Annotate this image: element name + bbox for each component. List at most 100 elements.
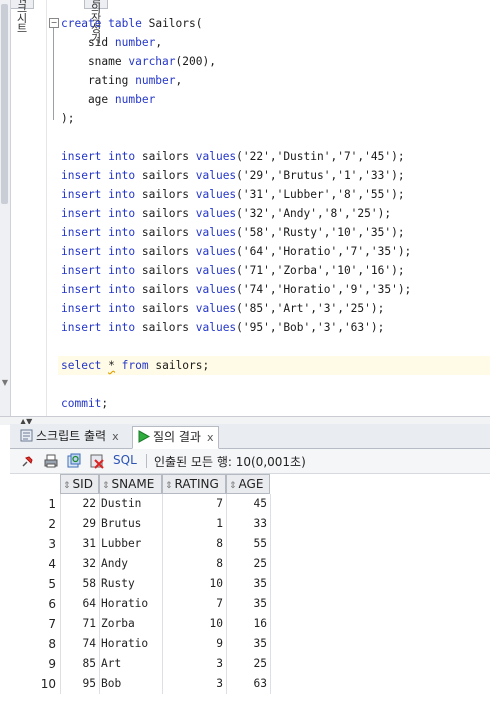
pin-icon[interactable] — [20, 453, 36, 469]
cell-age[interactable]: 45 — [226, 494, 270, 514]
code-line[interactable]: insert into sailors values('64','Horatio… — [61, 242, 411, 261]
cell-rating[interactable]: 3 — [162, 654, 226, 674]
cell-sid[interactable]: 74 — [60, 634, 99, 654]
cell-sname[interactable]: Horatio — [99, 634, 162, 654]
cell-sid[interactable]: 71 — [60, 614, 99, 634]
cell-rating[interactable]: 3 — [162, 674, 226, 694]
tab-query-builder[interactable]: 질의 작성기 — [84, 0, 109, 44]
code-line[interactable]: insert into sailors values('29','Brutus'… — [61, 166, 411, 185]
cell-rating[interactable]: 10 — [162, 614, 226, 634]
column-divider — [162, 494, 163, 694]
code-line[interactable]: rating number, — [61, 71, 411, 90]
cell-age[interactable]: 55 — [226, 534, 270, 554]
cell-age[interactable]: 35 — [226, 634, 270, 654]
code-line[interactable] — [61, 128, 411, 147]
code-line[interactable]: commit; — [61, 394, 411, 413]
cell-sname[interactable]: Bob — [99, 674, 162, 694]
print-icon[interactable] — [43, 453, 59, 469]
table-row[interactable]: 7 71 Zorba 10 16 — [16, 614, 270, 634]
table-row[interactable]: 2 29 Brutus 1 33 — [16, 514, 270, 534]
sql-editor[interactable]: 워크시트 질의 작성기 ▼ − create table Sailors( si… — [0, 0, 490, 418]
editor-gutter-divider — [46, 0, 47, 418]
code-line[interactable]: age number — [61, 90, 411, 109]
sql-button[interactable]: SQL — [113, 453, 137, 467]
cell-rating[interactable]: 9 — [162, 634, 226, 654]
tab-query-result[interactable]: 질의 결과 x — [132, 426, 219, 449]
cell-sname[interactable]: Zorba — [99, 614, 162, 634]
cell-sid[interactable]: 22 — [60, 494, 99, 514]
cell-sname[interactable]: Dustin — [99, 494, 162, 514]
code-line[interactable]: select * from sailors; — [61, 356, 411, 375]
scrollbar-thumb[interactable] — [1, 4, 8, 204]
column-header-age[interactable]: ⇕ AGE — [226, 474, 270, 494]
cell-sname[interactable]: Art — [99, 654, 162, 674]
cell-sid[interactable]: 32 — [60, 554, 99, 574]
table-row[interactable]: 6 64 Horatio 7 35 — [16, 594, 270, 614]
column-header-sname[interactable]: ⇕ SNAME — [99, 474, 162, 494]
cell-sname[interactable]: Brutus — [99, 514, 162, 534]
table-row[interactable]: 9 85 Art 3 25 — [16, 654, 270, 674]
table-row[interactable]: 8 74 Horatio 9 35 — [16, 634, 270, 654]
sql-keyword: insert — [61, 188, 102, 201]
code-line[interactable]: sname varchar(200), — [61, 52, 411, 71]
table-row[interactable]: 5 58 Rusty 10 35 — [16, 574, 270, 594]
code-line[interactable]: insert into sailors values('85','Art','3… — [61, 299, 411, 318]
code-line[interactable] — [61, 337, 411, 356]
cell-rating[interactable]: 10 — [162, 574, 226, 594]
sql-keyword: values — [195, 302, 237, 315]
code-token: rating — [61, 74, 136, 87]
code-line[interactable]: create table Sailors( — [61, 14, 411, 33]
cell-rating[interactable]: 7 — [162, 594, 226, 614]
cell-age[interactable]: 63 — [226, 674, 270, 694]
code-line[interactable]: sid number, — [61, 33, 411, 52]
cell-sid[interactable]: 85 — [60, 654, 99, 674]
cell-sid[interactable]: 64 — [60, 594, 99, 614]
code-line[interactable]: insert into sailors values('31','Lubber'… — [61, 185, 411, 204]
tab-worksheet[interactable]: 워크시트 — [10, 0, 35, 34]
code-line[interactable]: insert into sailors values('95','Bob','3… — [61, 318, 411, 337]
refresh-query-icon[interactable] — [66, 453, 82, 469]
code-line[interactable]: insert into sailors values('71','Zorba',… — [61, 261, 411, 280]
close-icon[interactable]: x — [112, 430, 119, 443]
code-line[interactable]: insert into sailors values('32','Andy','… — [61, 204, 411, 223]
code-line[interactable]: insert into sailors values('58','Rusty',… — [61, 223, 411, 242]
cell-age[interactable]: 16 — [226, 614, 270, 634]
code-line[interactable] — [61, 375, 411, 394]
cell-age[interactable]: 25 — [226, 554, 270, 574]
cell-sname[interactable]: Lubber — [99, 534, 162, 554]
cell-rating[interactable]: 8 — [162, 534, 226, 554]
column-header-sid[interactable]: ⇕ SID — [60, 474, 99, 494]
table-row[interactable]: 3 31 Lubber 8 55 — [16, 534, 270, 554]
tab-script-output[interactable]: 스크립트 출력 x — [16, 426, 123, 447]
table-row[interactable]: 1 22 Dustin 7 45 — [16, 494, 270, 514]
cell-age[interactable]: 35 — [226, 574, 270, 594]
code-line[interactable]: insert into sailors values('22','Dustin'… — [61, 147, 411, 166]
code-line[interactable]: insert into sailors values('74','Horatio… — [61, 280, 411, 299]
close-icon[interactable]: x — [207, 431, 214, 444]
table-row[interactable]: 10 95 Bob 3 63 — [16, 674, 270, 694]
cell-sid[interactable]: 95 — [60, 674, 99, 694]
cell-sid[interactable]: 29 — [60, 514, 99, 534]
code-line[interactable]: ); — [61, 109, 411, 128]
cell-age[interactable]: 33 — [226, 514, 270, 534]
cell-rating[interactable]: 1 — [162, 514, 226, 534]
column-header-rating[interactable]: ⇕ RATING — [162, 474, 226, 494]
sql-keyword: commit — [61, 397, 102, 410]
editor-vertical-scrollbar[interactable]: ▼ — [0, 0, 11, 418]
table-row[interactable]: 4 32 Andy 8 25 — [16, 554, 270, 574]
cell-sname[interactable]: Horatio — [99, 594, 162, 614]
code-lines[interactable]: create table Sailors( sid number, sname … — [61, 14, 411, 413]
cell-rating[interactable]: 7 — [162, 494, 226, 514]
row-number: 4 — [48, 557, 56, 571]
cell-rating[interactable]: 8 — [162, 554, 226, 574]
cell-age[interactable]: 35 — [226, 594, 270, 614]
fold-collapse-icon[interactable]: − — [49, 18, 59, 28]
cell-sid[interactable]: 31 — [60, 534, 99, 554]
scroll-down-arrow-icon[interactable]: ▼ — [0, 378, 10, 388]
cell-age[interactable]: 25 — [226, 654, 270, 674]
cell-sname[interactable]: Rusty — [99, 574, 162, 594]
cell-sid[interactable]: 58 — [60, 574, 99, 594]
column-divider — [60, 494, 61, 694]
cancel-query-icon[interactable] — [89, 453, 105, 469]
cell-sname[interactable]: Andy — [99, 554, 162, 574]
